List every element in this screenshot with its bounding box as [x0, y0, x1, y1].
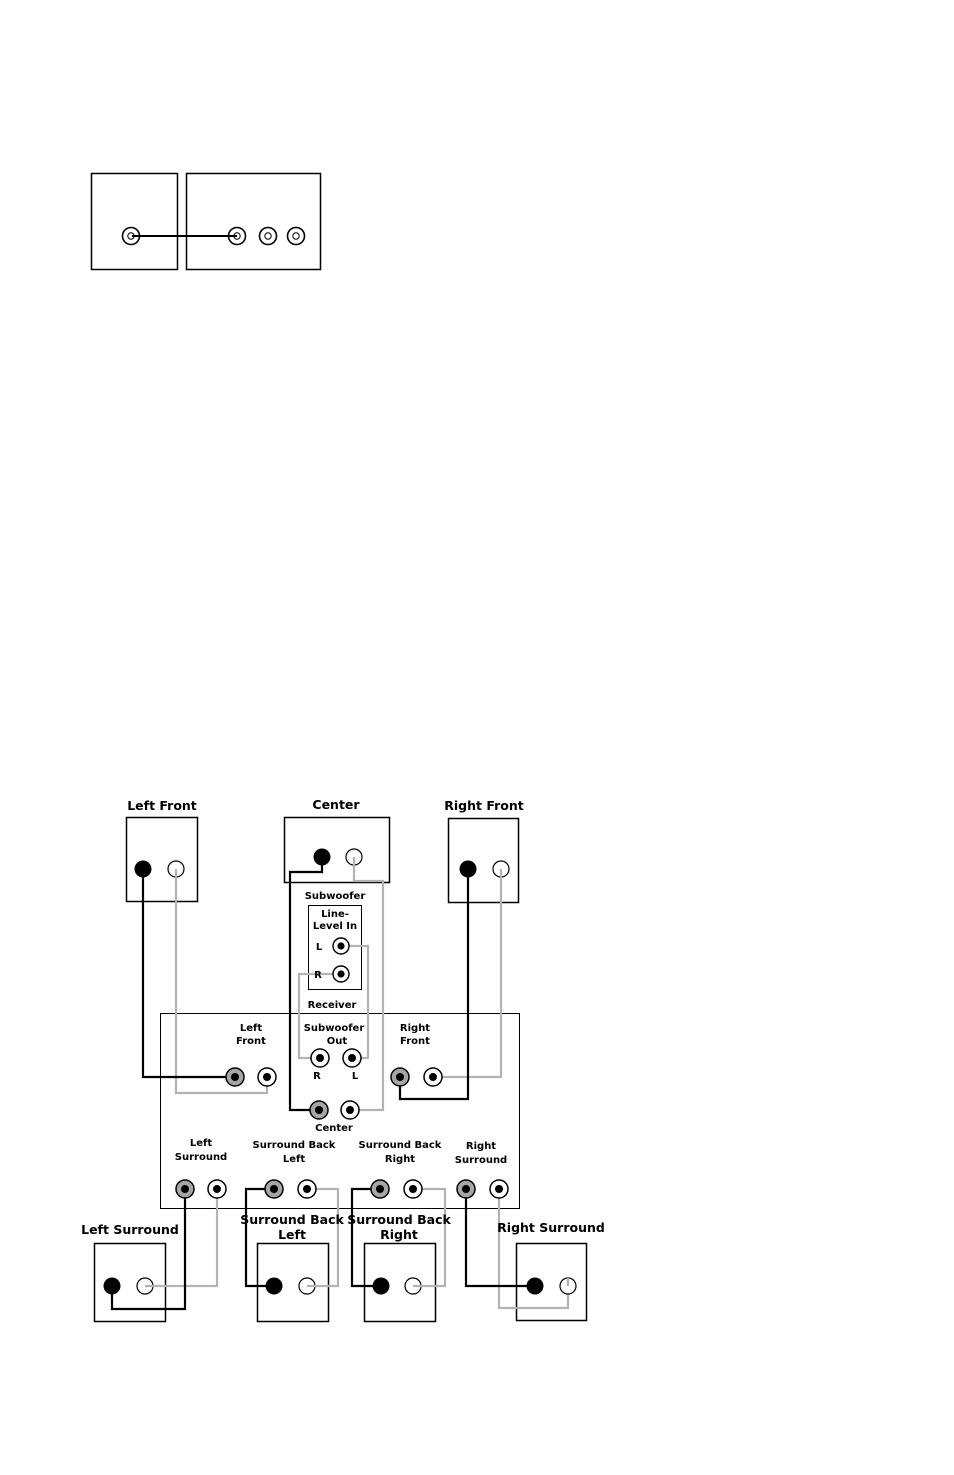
rx-label-left-surround-1: Left [190, 1138, 213, 1149]
label-sub-in-l: L [316, 942, 323, 953]
rx-label-right-front-2: Front [400, 1036, 430, 1047]
rx-left-front-neg-jack [257, 1067, 277, 1087]
label-sbr-1: Surround Back [347, 1212, 451, 1227]
rx-label-left-front-2: Front [236, 1036, 266, 1047]
left-surround-pos-terminal [103, 1277, 121, 1295]
sub-in-l-jack [332, 937, 350, 955]
label-line-in-1: Line- [321, 909, 349, 920]
rx-label-sbr-2: Right [385, 1154, 415, 1165]
wire-left-front-pos [141, 869, 235, 1079]
left-front-pos-terminal [134, 860, 152, 878]
left-front-speaker-box [125, 816, 199, 903]
rx-label-sub-out-1: Subwoofer [304, 1023, 365, 1034]
top-diagram [90, 172, 322, 271]
rx-label-sbr-1: Surround Back [359, 1140, 442, 1151]
subwoofer-jacks [332, 937, 350, 983]
rx-center-neg-jack [340, 1100, 360, 1120]
rx-label-sub-r: R [313, 1071, 321, 1082]
target-box [185, 172, 322, 271]
rx-left-surround-pos-jack [175, 1179, 195, 1199]
wire-sbr-pos [350, 1187, 381, 1288]
rx-label-sbl-1: Surround Back [253, 1140, 336, 1151]
rx-left-front-pos-jack [225, 1067, 245, 1087]
rx-right-front-pos-jack [390, 1067, 410, 1087]
rx-label-sbl-2: Left [283, 1154, 306, 1165]
right-front-pos-terminal [459, 860, 477, 878]
right-front-speaker-box [447, 817, 520, 904]
rx-label-left-front-1: Left [240, 1023, 263, 1034]
wire-sbl-neg [307, 1187, 340, 1288]
sbl-pos-terminal [265, 1277, 283, 1295]
label-sbl-2: Left [278, 1227, 306, 1242]
label-line-in-2: Level In [313, 921, 357, 932]
rx-label-sub-l: L [352, 1071, 359, 1082]
label-right-surround: Right Surround [497, 1220, 605, 1235]
rx-label-left-surround-2: Surround [175, 1152, 227, 1163]
wire-left-front-neg [174, 869, 269, 1095]
label-left-front: Left Front [127, 798, 197, 813]
rx-label-right-front-1: Right [400, 1023, 430, 1034]
label-sub-in-r: R [314, 970, 322, 981]
wire-left-surround-neg [145, 1189, 219, 1288]
rx-sbl-neg-jack [297, 1179, 317, 1199]
label-right-front: Right Front [444, 798, 523, 813]
wire-sbl-pos [244, 1187, 274, 1288]
rx-right-surround-neg-jack [489, 1179, 509, 1199]
rx-label-sub-out-2: Out [327, 1036, 348, 1047]
rx-left-surround-neg-jack [207, 1179, 227, 1199]
label-left-surround: Left Surround [81, 1222, 179, 1237]
rx-sub-out-r-jack [310, 1048, 330, 1068]
sbr-pos-terminal [372, 1277, 390, 1295]
center-pos-terminal [313, 848, 331, 866]
target-jack-3 [286, 226, 306, 246]
right-surround-pos-terminal [526, 1277, 544, 1295]
rx-center-pos-jack [309, 1100, 329, 1120]
wiring-diagram: Left Front Center Right Front Left Surro… [81, 172, 605, 1323]
wire-right-surround-pos [464, 1189, 535, 1288]
rx-right-front-neg-jack [423, 1067, 443, 1087]
rx-right-surround-pos-jack [456, 1179, 476, 1199]
rx-sbr-neg-jack [403, 1179, 423, 1199]
rx-label-right-surround-2: Surround [455, 1155, 507, 1166]
label-sbr-2: Right [380, 1227, 418, 1242]
label-subwoofer: Subwoofer [305, 891, 366, 902]
wire-right-front-pos [398, 869, 470, 1101]
sub-in-r-jack [332, 965, 350, 983]
target-jack-2 [258, 226, 278, 246]
rx-sub-out-l-jack [342, 1048, 362, 1068]
label-receiver: Receiver [308, 1000, 357, 1011]
rx-label-center: Center [315, 1123, 353, 1134]
source-box [90, 172, 179, 271]
label-center: Center [312, 797, 360, 812]
rx-label-right-surround-1: Right [466, 1141, 496, 1152]
rx-sbl-pos-jack [264, 1179, 284, 1199]
label-sbl-1: Surround Back [240, 1212, 344, 1227]
rx-sbr-pos-jack [370, 1179, 390, 1199]
